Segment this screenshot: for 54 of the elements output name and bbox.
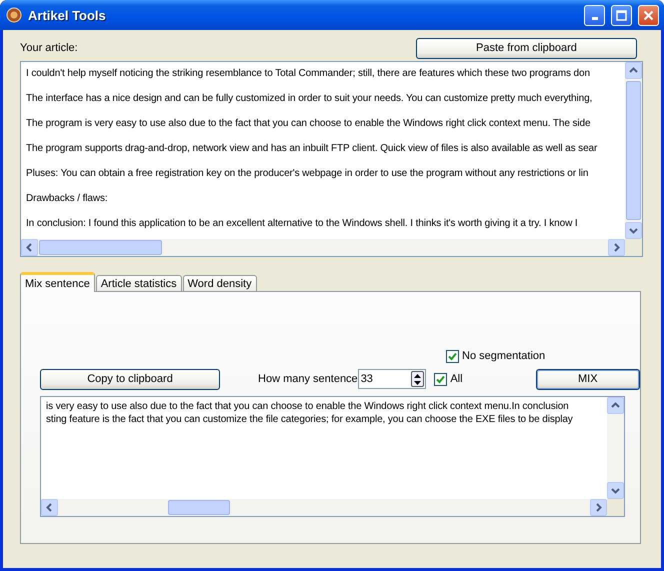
app-icon [6,7,22,23]
up-arrow-icon [414,374,422,378]
check-icon [436,374,446,384]
scroll-thumb[interactable] [39,240,162,255]
scroll-down-button[interactable] [625,222,642,239]
text-area[interactable] [20,61,643,257]
text-area[interactable] [40,396,625,517]
text-line: In conclusion: I found this application to be an excellent alternative to the Windows shell. I thinks it's worth giving it a try. I know I [26,217,579,230]
down-arrow-icon [414,380,422,384]
minimize-button[interactable] [584,4,605,26]
close-icon [643,10,654,20]
tab[interactable]: Word density [182,275,257,292]
text-line: Pluses: You can obtain a free registration key on the producer's webpage in order to use the program without any restrictions or lin [26,167,590,180]
window-title: Artikel Tools [28,8,107,22]
scroll-down-button[interactable] [607,482,624,499]
article-label: Your article: [20,42,78,54]
scroll-right-button[interactable] [590,499,607,516]
check-icon [448,352,457,360]
vertical-scrollbar[interactable] [625,62,642,239]
scroll-left-button[interactable] [21,239,38,256]
maximize-button[interactable] [611,4,632,26]
text-line: Drawbacks / flaws: [26,192,109,205]
scroll-thumb[interactable] [626,81,641,220]
scrollbar-corner [625,239,642,256]
scroll-thumb[interactable] [168,500,230,515]
text-line: sting feature is the fact that you can customize the file categories; for example, you can choose the EXE files to be display [46,413,574,426]
scrollbar-corner [607,499,624,516]
text-line: The program is very easy to use also due to the fact that you can choose to enable the Windows right click context menu. The side [26,117,592,130]
tab[interactable]: Mix sentence [20,272,95,292]
spin-buttons[interactable] [411,371,424,387]
scroll-right-button[interactable] [608,239,625,256]
text-line: I couldn't help myself noticing the striking resemblance to Total Commander; still, there are features which these two programs don [26,67,591,80]
text-line: The program supports drag-and-drop, network view and has an inbuilt FTP client. Quick view of files is also available as well as sear [26,142,598,155]
horizontal-scrollbar[interactable] [21,239,625,256]
checkbox-label: No segmentation [462,350,546,362]
vertical-scrollbar[interactable] [607,397,624,499]
checkbox[interactable] [434,372,448,386]
horizontal-scrollbar[interactable] [41,499,607,516]
tab[interactable]: Article statistics [96,275,182,292]
maximize-icon [616,10,627,20]
paste-button[interactable]: Paste from clipboard [416,38,637,58]
count-label: How many sentence [258,373,358,385]
close-button[interactable] [638,4,659,26]
text-line: is very easy to use also due to the fact that you can choose to enable the Windows right click context menu.In conclusion [46,400,570,413]
checkbox-label: All [450,373,463,385]
checkbox[interactable] [446,350,459,362]
mix-button[interactable]: MIX [536,368,640,390]
copy-button[interactable]: Copy to clipboard [40,368,220,390]
scroll-left-button[interactable] [41,499,58,516]
text-line: The interface has a nice design and can be fully customized in order to suit your needs. You can customize pretty much everything, [26,92,594,105]
scroll-up-button[interactable] [625,62,642,79]
count-spinner[interactable]: 33 [358,369,426,389]
scroll-up-button[interactable] [607,397,624,414]
minimize-icon [592,17,598,20]
